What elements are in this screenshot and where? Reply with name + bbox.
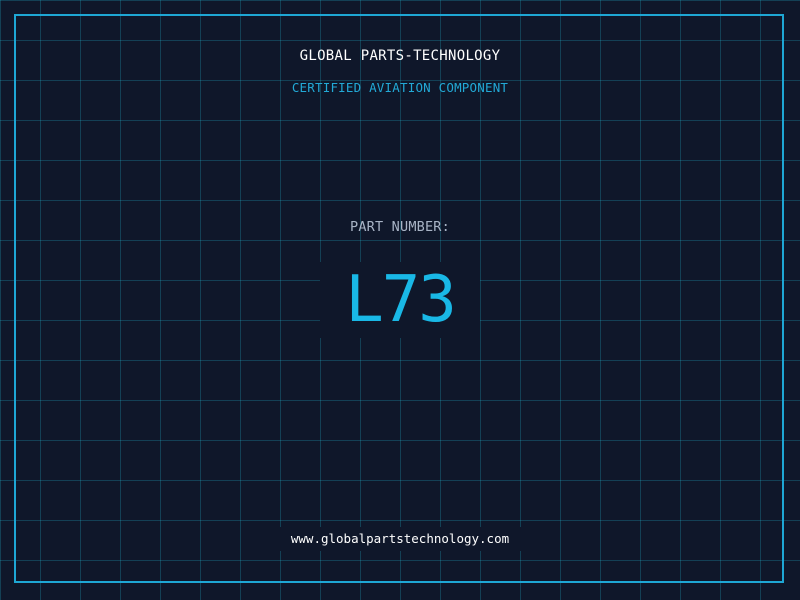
part-number-value: L73 bbox=[345, 263, 457, 337]
certification-subtitle: CERTIFIED AVIATION COMPONENT bbox=[291, 80, 509, 95]
company-name: GLOBAL PARTS-TECHNOLOGY bbox=[299, 48, 501, 64]
label-canvas: GLOBAL PARTS-TECHNOLOGY CERTIFIED AVIATI… bbox=[0, 0, 800, 600]
part-number-label: PART NUMBER: bbox=[350, 219, 450, 235]
website-url: www.globalpartstechnology.com bbox=[290, 531, 510, 546]
